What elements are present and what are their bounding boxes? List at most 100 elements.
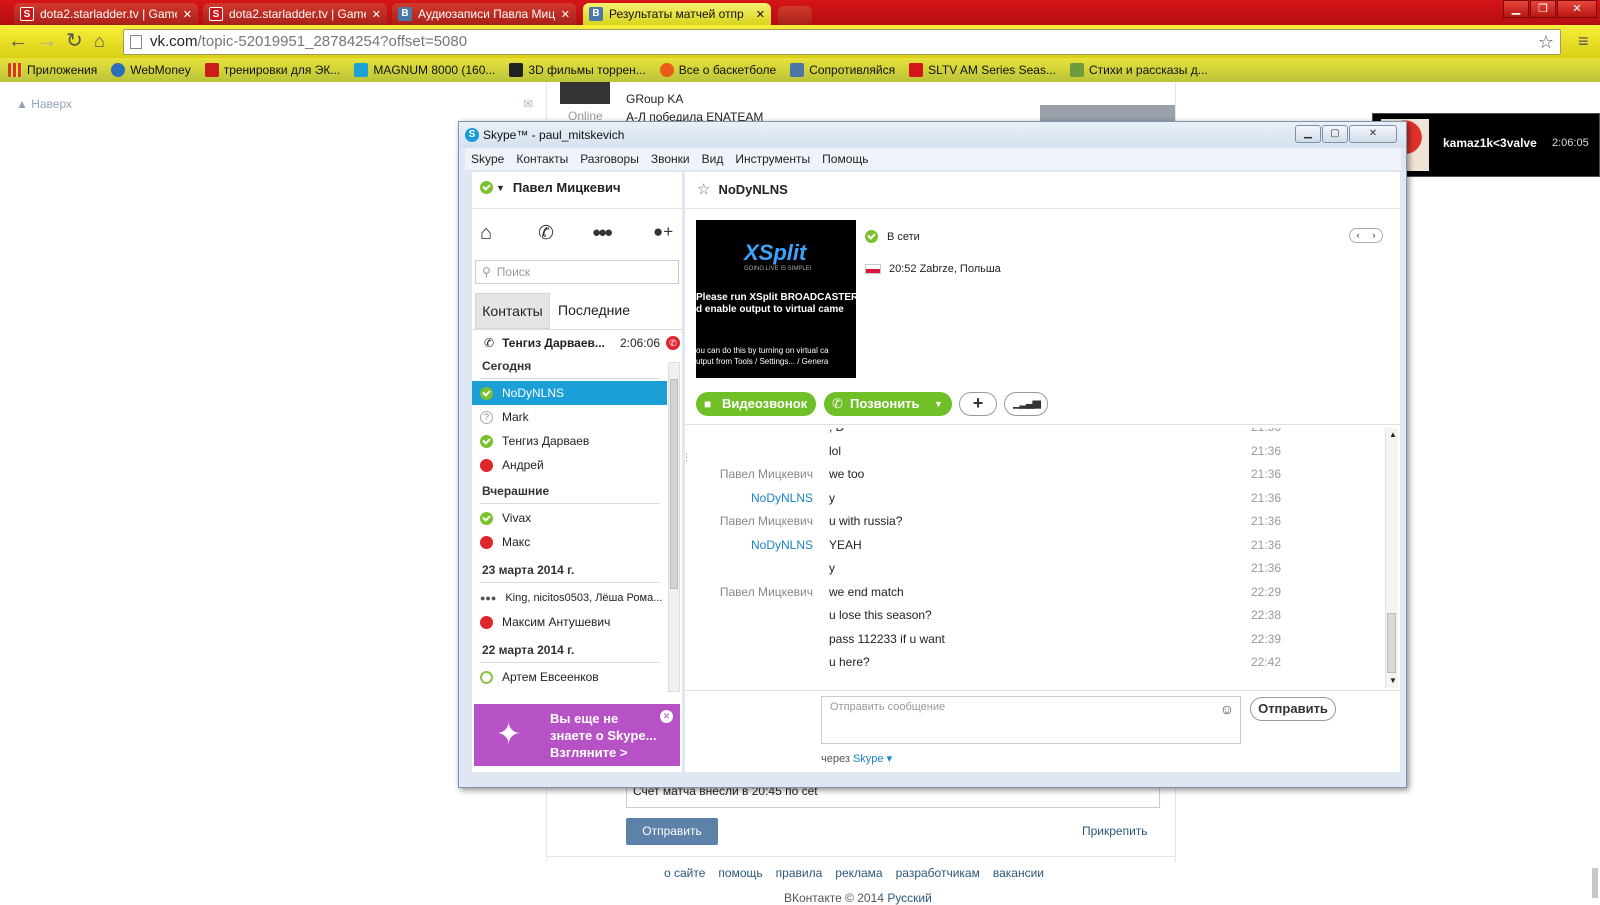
browser-tab-1[interactable]: Sdota2.starladder.tv | Game ✕: [14, 3, 198, 25]
bookmark-poems[interactable]: Стихи и рассказы д...: [1069, 63, 1208, 77]
menu-skype[interactable]: Skype: [471, 152, 504, 166]
scroll-to-top-link[interactable]: ▲ Наверх: [16, 97, 72, 111]
footer-link[interactable]: о сайте: [664, 866, 705, 880]
call-quality-button[interactable]: ▁▂▃▅: [1004, 392, 1048, 416]
bookmark-webmoney[interactable]: WebMoney: [111, 63, 191, 77]
contact-row[interactable]: Максим Антушевич: [472, 610, 667, 634]
contact-row[interactable]: Макс: [472, 530, 667, 554]
language-link[interactable]: Русский: [887, 891, 932, 905]
dnd-status-icon: [480, 458, 493, 472]
menu-tools[interactable]: Инструменты: [735, 152, 810, 166]
forward-icon[interactable]: →: [37, 29, 57, 53]
chat-scrollbar[interactable]: ▲ ▼: [1385, 428, 1398, 688]
profile-status[interactable]: ▼ Павел Мицкевич: [480, 180, 621, 195]
bookmark-training[interactable]: тренировки для ЭК...: [204, 63, 340, 77]
bookmark-sltv[interactable]: SLTV AM Series Seas...: [909, 63, 1056, 77]
footer-link[interactable]: вакансии: [993, 866, 1044, 880]
minimize-button[interactable]: ▁: [1295, 125, 1321, 143]
phone-icon[interactable]: ✆: [538, 222, 554, 245]
reload-icon[interactable]: ↻: [66, 29, 83, 53]
contact-row[interactable]: Vivax: [472, 506, 667, 530]
footer-link[interactable]: реклама: [835, 866, 882, 880]
bookmark-resist[interactable]: Сопротивляйся: [790, 63, 895, 77]
add-contact-icon[interactable]: ●+: [653, 222, 673, 242]
message-sender: Павел Мицкевич: [719, 584, 813, 599]
favorite-star-icon[interactable]: ☆: [697, 180, 710, 198]
search-icon: ⚲: [482, 265, 491, 279]
menu-conversations[interactable]: Разговоры: [580, 152, 639, 166]
bookmark-magnum[interactable]: MAGNUM 8000 (160...: [354, 63, 495, 77]
contact-row[interactable]: Тенгиз Дарваев: [472, 429, 667, 453]
browser-tab-2[interactable]: Sdota2.starladder.tv | Game ✕: [203, 3, 387, 25]
contacts-icon[interactable]: ●●●: [592, 224, 613, 241]
chat-message: y 21:36: [685, 561, 1385, 583]
home-icon[interactable]: ⌂: [94, 29, 105, 53]
search-input[interactable]: ⚲ Поиск: [475, 260, 679, 284]
close-tab-icon[interactable]: ✕: [756, 8, 765, 21]
send-via-dropdown[interactable]: Skype ▾: [853, 753, 892, 765]
close-button[interactable]: ✕: [1349, 125, 1397, 143]
message-text: lol: [829, 443, 842, 458]
bookmark-apps[interactable]: Приложения: [8, 63, 97, 77]
scrollbar-thumb[interactable]: [670, 379, 678, 589]
message-text: u here?: [829, 655, 870, 669]
skype-promo-banner[interactable]: ✦ Вы еще не знаете о Skype... Взгляните …: [474, 704, 680, 766]
maximize-window-button[interactable]: ❐: [1530, 0, 1556, 18]
hangup-icon[interactable]: ✆: [666, 336, 680, 350]
tab-strip: Sdota2.starladder.tv | Game ✕ Sdota2.star…: [0, 0, 1600, 25]
close-promo-icon[interactable]: ✕: [660, 710, 673, 723]
message-input[interactable]: Отправить сообщение ☺: [821, 696, 1241, 744]
bookmark-basketball[interactable]: Все о баскетболе: [659, 63, 776, 77]
tab-contacts[interactable]: Контакты: [475, 293, 550, 329]
minimize-window-button[interactable]: ▁: [1503, 0, 1529, 18]
page-scrollbar[interactable]: [1592, 868, 1598, 898]
contact-row[interactable]: ? Mark: [472, 405, 667, 429]
unknown-status-icon: ?: [480, 410, 493, 424]
footer-link[interactable]: разработчикам: [896, 866, 980, 880]
vk-send-button[interactable]: Отправить: [626, 818, 718, 845]
menu-calls[interactable]: Звонки: [651, 152, 690, 166]
contact-row-nodynlns[interactable]: NoDyNLNS: [472, 381, 667, 405]
chevron-down-icon[interactable]: ▼: [934, 392, 943, 416]
contact-row[interactable]: Андрей: [472, 453, 667, 477]
contact-row[interactable]: Артем Евсеенков: [472, 665, 667, 689]
bookmark-3d-films[interactable]: 3D фильмы торрен...: [509, 63, 646, 77]
new-tab-button[interactable]: [778, 6, 812, 25]
close-tab-icon[interactable]: ✕: [561, 8, 570, 21]
menu-help[interactable]: Помощь: [822, 152, 868, 166]
maximize-button[interactable]: ▢: [1322, 125, 1348, 143]
emoticon-icon[interactable]: ☺: [1220, 701, 1234, 717]
add-participants-button[interactable]: +: [959, 392, 997, 416]
address-bar[interactable]: vk.com/topic-52019951_28784254?offset=50…: [123, 29, 1561, 55]
scroll-up-icon[interactable]: ▲: [1389, 430, 1397, 439]
close-tab-icon[interactable]: ✕: [183, 8, 192, 21]
chat-message: NoDyNLNS YEAH 21:36: [685, 538, 1385, 560]
menu-contacts[interactable]: Контакты: [516, 152, 568, 166]
browser-tab-3[interactable]: B Аудиозаписи Павла Миц ✕: [392, 3, 576, 25]
close-tab-icon[interactable]: ✕: [372, 8, 381, 21]
call-button[interactable]: ✆ Позвонить ▼: [824, 392, 952, 416]
active-call-row[interactable]: ✆ Тенгиз Дарваев... 2:06:06 ✆: [484, 332, 680, 354]
menu-view[interactable]: Вид: [702, 152, 724, 166]
scrollbar-thumb[interactable]: [1387, 613, 1396, 673]
menu-icon[interactable]: ≡: [1578, 31, 1589, 52]
contact-list-scrollbar[interactable]: [668, 362, 680, 692]
bookmark-star-icon[interactable]: ☆: [1538, 30, 1554, 54]
video-call-button[interactable]: ■ Видеозвонок: [696, 392, 816, 416]
contact-row-group-chat[interactable]: ●●● King, nicitos0503, Лёша Рома...: [472, 586, 667, 610]
send-message-button[interactable]: Отправить: [1250, 697, 1336, 721]
chevron-left-icon[interactable]: ‹: [1357, 229, 1360, 242]
profile-pager[interactable]: ‹ ›: [1349, 228, 1383, 243]
chevron-right-icon[interactable]: ›: [1373, 229, 1376, 242]
footer-link[interactable]: правила: [776, 866, 823, 880]
close-window-button[interactable]: ✕: [1557, 0, 1597, 18]
home-icon[interactable]: ⌂: [480, 222, 492, 245]
attach-link[interactable]: Прикрепить: [1082, 824, 1148, 838]
scroll-down-icon[interactable]: ▼: [1389, 676, 1397, 685]
tab-recent[interactable]: Последние: [558, 293, 668, 329]
browser-tab-4-active[interactable]: B Результаты матчей отпр ✕: [583, 3, 771, 25]
pane-splitter[interactable]: ⋮: [682, 452, 691, 463]
mail-icon[interactable]: ✉: [523, 97, 533, 111]
back-icon[interactable]: ←: [8, 29, 28, 53]
footer-link[interactable]: помощь: [718, 866, 762, 880]
